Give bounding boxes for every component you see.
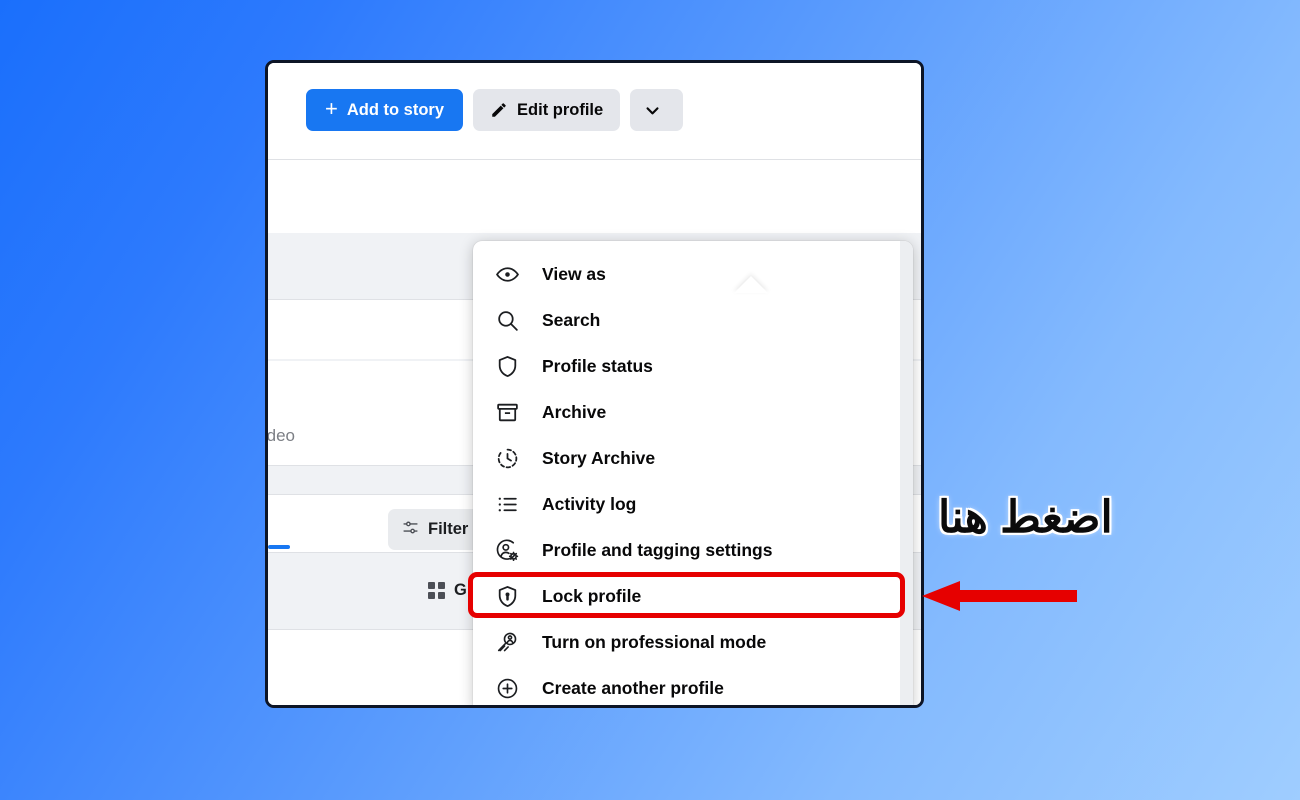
menu-item-profile-status[interactable]: Profile status [473, 343, 913, 389]
menu-list: View as Search Profile status Archive St… [473, 251, 913, 705]
menu-item-label: Activity log [542, 493, 637, 514]
edit-profile-button[interactable]: Edit profile [473, 89, 621, 131]
shield-lock-icon [495, 584, 520, 609]
red-arrow-icon [922, 580, 1077, 612]
edit-profile-label: Edit profile [517, 100, 604, 119]
add-to-story-label: Add to story [346, 100, 445, 119]
person-gear-icon [495, 538, 520, 563]
archive-box-icon [495, 400, 520, 425]
menu-item-turn-on-professional-mode[interactable]: Turn on professional mode [473, 619, 913, 665]
grid-view-button[interactable]: Gr [428, 573, 473, 607]
divider-top [268, 159, 921, 160]
plus-circle-icon [495, 676, 520, 701]
pencil-icon [490, 101, 508, 119]
menu-item-label: Profile and tagging settings [542, 539, 773, 560]
menu-item-label: Create another profile [542, 677, 724, 698]
filter-button[interactable]: Filter [388, 509, 483, 550]
plus-icon: + [325, 96, 338, 121]
menu-item-lock-profile[interactable]: Lock profile [473, 573, 913, 619]
page-viewport: + Add to story Edit profile deo Filter G… [268, 63, 921, 705]
menu-caret [734, 276, 768, 293]
menu-item-label: Search [542, 309, 601, 330]
menu-item-archive[interactable]: Archive [473, 389, 913, 435]
more-actions-chevron-button[interactable] [630, 89, 684, 131]
menu-item-profile-and-tagging-settings[interactable]: Profile and tagging settings [473, 527, 913, 573]
clock-history-icon [495, 446, 520, 471]
add-to-story-button[interactable]: + Add to story [306, 89, 464, 131]
shield-icon [495, 354, 520, 379]
profile-action-bar: + Add to story Edit profile [268, 63, 921, 157]
menu-item-label: Archive [542, 401, 607, 422]
list-icon [495, 492, 520, 517]
menu-item-create-another-profile[interactable]: Create another profile [473, 665, 913, 705]
composer-photo-video-label: oto/video [268, 426, 295, 445]
menu-item-label: View as [542, 263, 606, 284]
sliders-icon [402, 519, 419, 541]
chevron-down-icon [644, 102, 661, 119]
menu-item-story-archive[interactable]: Story Archive [473, 435, 913, 481]
rocket-person-icon [495, 630, 520, 655]
filter-label: Filter [428, 520, 469, 538]
grid-label: Gr [454, 580, 474, 599]
menu-item-activity-log[interactable]: Activity log [473, 481, 913, 527]
menu-item-view-as[interactable]: View as [473, 251, 913, 297]
magnifier-icon [495, 308, 520, 333]
browser-window: + Add to story Edit profile deo Filter G… [265, 60, 924, 708]
profile-options-menu: View as Search Profile status Archive St… [473, 241, 913, 705]
menu-item-label: Profile status [542, 355, 653, 376]
menu-scrollbar[interactable] [900, 241, 913, 705]
eye-icon [495, 262, 520, 287]
menu-item-label: Lock profile [542, 585, 642, 606]
menu-item-label: Turn on professional mode [542, 631, 767, 652]
active-tab-indicator [268, 545, 290, 549]
grid-icon [428, 581, 445, 599]
menu-item-search[interactable]: Search [473, 297, 913, 343]
arabic-instruction-label: اضغط هنا [938, 493, 1113, 542]
menu-item-label: Story Archive [542, 447, 656, 468]
